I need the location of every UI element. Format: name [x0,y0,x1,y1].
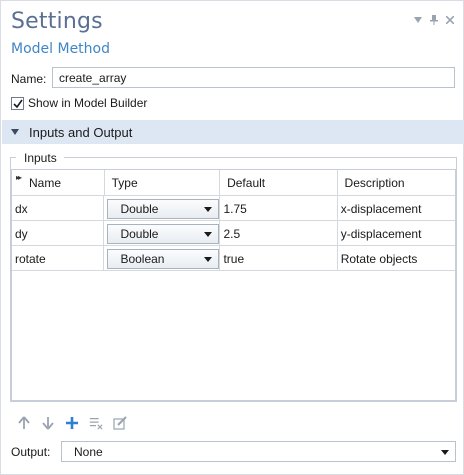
add-icon[interactable] [65,416,79,430]
dropdown-arrow-icon [441,450,449,455]
collapse-triangle-icon[interactable] [11,129,19,135]
group-border-left [10,157,16,158]
cell-type[interactable]: Double [104,221,221,246]
inputs-table: ▸▸ Name Type Default Description dx Doub… [11,169,456,401]
edit-icon[interactable] [113,416,127,430]
group-border-right [64,157,457,158]
move-up-icon[interactable] [17,416,31,430]
cell-name[interactable]: dx [12,196,105,221]
column-header-default[interactable]: Default [220,170,338,196]
settings-panel: Settings Model Method Name: Show in Mode… [0,0,464,475]
chevron-down-icon[interactable] [413,15,423,25]
cell-description[interactable]: y-displacement [338,221,455,246]
type-dropdown[interactable]: Boolean [107,248,220,269]
dropdown-arrow-icon [204,256,213,262]
close-icon[interactable] [445,15,455,25]
show-in-model-builder-row[interactable]: Show in Model Builder [11,96,147,110]
cell-name[interactable]: dy [12,221,105,246]
table-row[interactable]: dx Double 1.75 x-displacement [12,196,455,221]
section-header-inputs-output[interactable]: Inputs and Output [2,120,464,144]
column-header-type[interactable]: Type [105,170,221,196]
delete-icon[interactable] [89,416,103,430]
table-row[interactable]: rotate Boolean true Rotate objects [12,246,455,271]
column-resize-icon[interactable]: ▸▸ [16,173,22,182]
show-in-model-builder-label: Show in Model Builder [28,96,148,110]
name-field[interactable] [52,67,455,88]
cell-description[interactable]: Rotate objects [338,246,455,271]
type-dropdown-value: Double [120,201,159,216]
output-select[interactable]: None [61,441,456,462]
panel-title: Settings [11,9,103,34]
output-label: Output: [11,445,51,459]
name-label: Name: [11,72,47,86]
show-in-model-builder-checkbox[interactable] [11,96,24,110]
cell-type[interactable]: Double [104,196,221,221]
cell-description[interactable]: x-displacement [338,196,455,221]
cell-default[interactable]: true [220,246,338,271]
section-title: Inputs and Output [29,124,133,140]
type-dropdown-value: Boolean [120,251,165,266]
cell-default[interactable]: 2.5 [220,221,338,246]
panel-subtitle: Model Method [11,41,110,57]
cell-default[interactable]: 1.75 [220,196,338,221]
table-body: dx Double 1.75 x-displacement dy Double [12,196,455,271]
window-controls [413,15,455,25]
table-toolbar [17,416,127,430]
column-header-description[interactable]: Description [338,170,455,196]
cell-name[interactable]: rotate [12,246,105,271]
cell-type[interactable]: Boolean [104,246,221,271]
column-header-name[interactable]: ▸▸ Name [12,170,105,196]
table-row[interactable]: dy Double 2.5 y-displacement [12,221,455,246]
type-dropdown[interactable]: Double [107,223,220,244]
move-down-icon[interactable] [41,416,55,430]
pin-icon[interactable] [429,15,439,25]
dropdown-arrow-icon [204,206,213,212]
table-header: ▸▸ Name Type Default Description [12,170,455,196]
type-dropdown-value: Double [120,226,159,241]
output-select-value: None [74,444,103,459]
inputs-group-title: Inputs [21,151,60,165]
type-dropdown[interactable]: Double [107,198,220,219]
dropdown-arrow-icon [204,231,213,237]
